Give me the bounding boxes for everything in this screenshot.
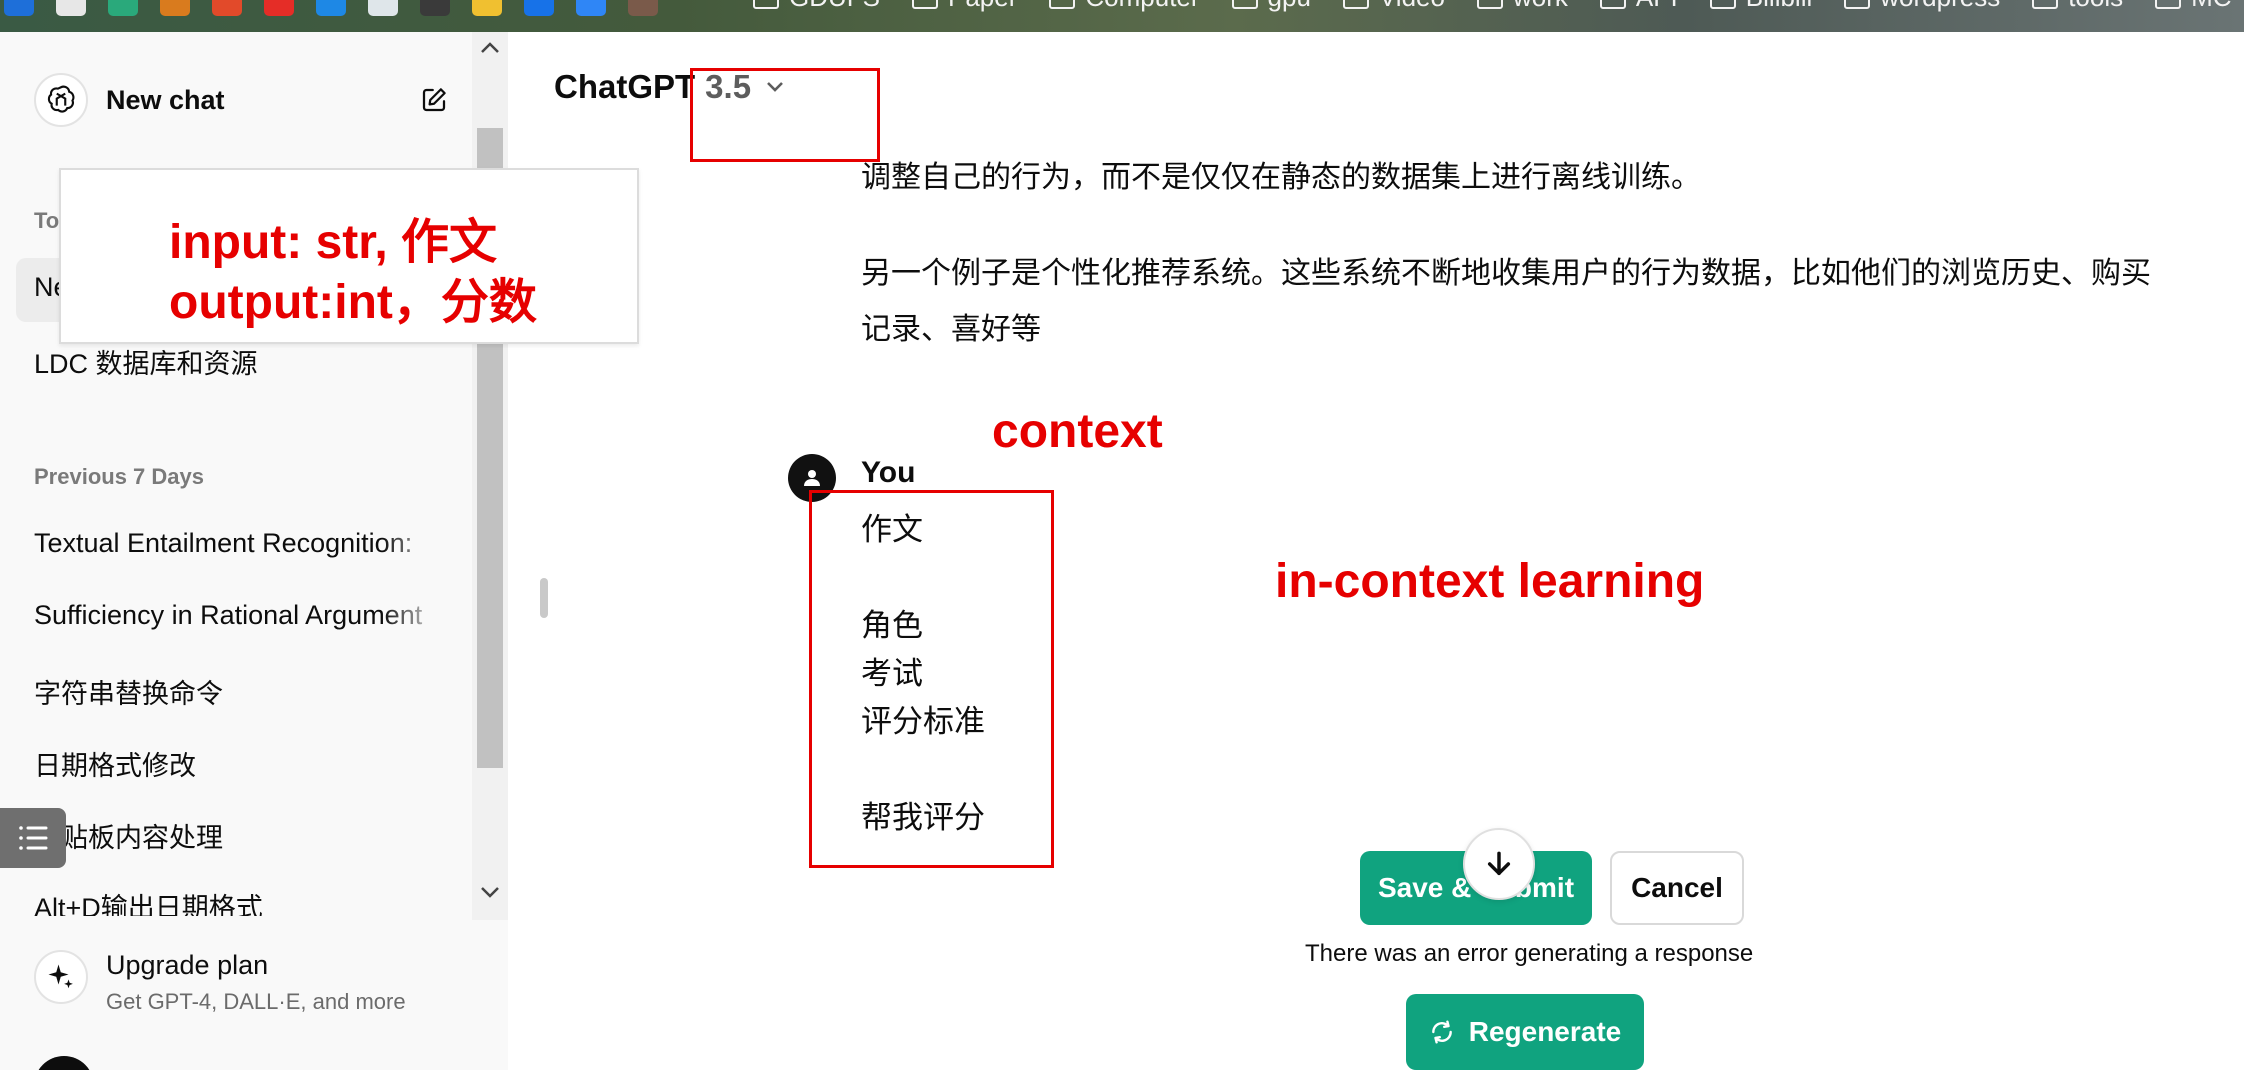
folder-icon bbox=[2155, 0, 2182, 9]
bookmark-folder[interactable]: work bbox=[1469, 0, 1576, 13]
bookmark-folder[interactable]: Computer bbox=[1041, 0, 1207, 13]
chevron-up-icon[interactable] bbox=[478, 36, 502, 60]
annotation-context: context bbox=[992, 405, 1163, 458]
assistant-message-line: 调整自己的行为，而不是仅仅在静态的数据集上进行离线训练。 bbox=[861, 161, 1701, 194]
bookmark-folder[interactable]: gpu bbox=[1224, 0, 1319, 13]
message-author: You bbox=[861, 456, 916, 489]
folder-icon bbox=[1049, 0, 1076, 9]
scroll-down-button[interactable] bbox=[1463, 828, 1535, 900]
upgrade-plan-button[interactable]: Upgrade plan Get GPT-4, DALL·E, and more bbox=[34, 950, 406, 1015]
bookmark-icon[interactable] bbox=[472, 0, 502, 16]
new-chat-button[interactable]: New chat bbox=[14, 68, 464, 132]
chat-history-item[interactable]: Alt+D输出日期格式 bbox=[34, 886, 444, 916]
sidebar-scrollbar[interactable] bbox=[472, 32, 508, 920]
annotation-box: input: str, 作文 output:int，分数 bbox=[59, 168, 639, 344]
bookmark-folder[interactable]: tools bbox=[2024, 0, 2131, 13]
chat-history-item[interactable]: 字符串替换命令 bbox=[34, 672, 444, 711]
sidebar-resize-handle[interactable] bbox=[540, 578, 548, 618]
bookmark-icon[interactable] bbox=[368, 0, 398, 16]
openai-logo-icon bbox=[34, 73, 88, 127]
bookmark-folder[interactable]: API bbox=[1592, 0, 1686, 13]
refresh-icon bbox=[1431, 1020, 1452, 1044]
regenerate-label: Regenerate bbox=[1468, 1016, 1622, 1047]
model-name: ChatGPT bbox=[554, 68, 696, 105]
annotation-highlight-box bbox=[809, 490, 1054, 868]
bookmark-folder[interactable]: Bilibili bbox=[1702, 0, 1820, 13]
list-icon[interactable] bbox=[0, 808, 66, 868]
folder-icon bbox=[1844, 0, 1871, 9]
annotation-highlight-box bbox=[690, 68, 880, 162]
folder-icon bbox=[912, 0, 938, 9]
folder-icon bbox=[1709, 0, 1736, 9]
annotation-text: output:int，分数 bbox=[169, 276, 537, 329]
bookmark-icon[interactable] bbox=[4, 0, 34, 16]
bookmark-icon[interactable] bbox=[316, 0, 346, 16]
error-message: There was an error generating a response bbox=[1305, 940, 1754, 967]
folder-icon bbox=[1476, 0, 1503, 9]
chat-history-item[interactable]: Textual Entailment Recognition: bbox=[34, 528, 444, 559]
assistant-message-line: 另一个例子是个性化推荐系统。这些系统不断地收集用户的行为数据，比如他们的浏览历史… bbox=[861, 257, 2151, 290]
section-label-previous-7-days: Previous 7 Days bbox=[34, 464, 204, 489]
bookmark-icon[interactable] bbox=[160, 0, 190, 16]
folder-icon bbox=[753, 0, 779, 9]
upgrade-title: Upgrade plan bbox=[106, 950, 269, 980]
bookmark-icon[interactable] bbox=[108, 0, 138, 16]
chat-history-item[interactable]: 日期格式修改 bbox=[34, 744, 444, 783]
bookmark-icon[interactable] bbox=[628, 0, 658, 16]
chat-history-item[interactable]: LDC 数据库和资源 bbox=[34, 342, 444, 381]
chevron-down-icon[interactable] bbox=[478, 880, 502, 904]
bookmark-icon[interactable] bbox=[420, 0, 450, 16]
folder-icon bbox=[1599, 0, 1626, 9]
upgrade-subtitle: Get GPT-4, DALL·E, and more bbox=[106, 989, 406, 1014]
folder-icon bbox=[1342, 0, 1369, 9]
bookmark-folder[interactable]: Paper bbox=[904, 0, 1025, 13]
bookmark-icon[interactable] bbox=[524, 0, 554, 16]
assistant-message-line: 记录、喜好等 bbox=[861, 313, 1041, 346]
compose-icon[interactable] bbox=[414, 80, 454, 120]
folder-icon bbox=[2032, 0, 2059, 9]
sparkle-icon bbox=[34, 950, 88, 1004]
bookmark-folder[interactable]: MC bbox=[2147, 0, 2239, 13]
regenerate-button[interactable]: Regenerate bbox=[1406, 994, 1644, 1070]
section-label-today: To bbox=[34, 208, 60, 233]
annotation-in-context-learning: in-context learning bbox=[1275, 555, 1705, 608]
user-avatar[interactable] bbox=[34, 1056, 94, 1070]
bookmarks-bar: GDUFS Paper Computer gpu Video work API … bbox=[0, 0, 2244, 32]
bookmark-folder[interactable]: GDUFS bbox=[745, 0, 888, 13]
cancel-button[interactable]: Cancel bbox=[1610, 851, 1744, 925]
arrow-down-icon bbox=[1487, 851, 1511, 876]
chat-history-item[interactable]: 剪贴板内容处理 bbox=[34, 816, 444, 855]
folder-icon bbox=[1231, 0, 1258, 9]
bookmark-folder[interactable]: Video bbox=[1335, 0, 1453, 13]
bookmark-icon[interactable] bbox=[212, 0, 242, 16]
bookmark-icon[interactable] bbox=[264, 0, 294, 16]
chat-history-item[interactable]: Sufficiency in Rational Argument bbox=[34, 600, 444, 631]
new-chat-label: New chat bbox=[106, 84, 225, 115]
bookmark-icon[interactable] bbox=[576, 0, 606, 16]
bookmark-folder[interactable]: wordpress bbox=[1836, 0, 2008, 13]
bookmark-icon[interactable] bbox=[56, 0, 86, 16]
